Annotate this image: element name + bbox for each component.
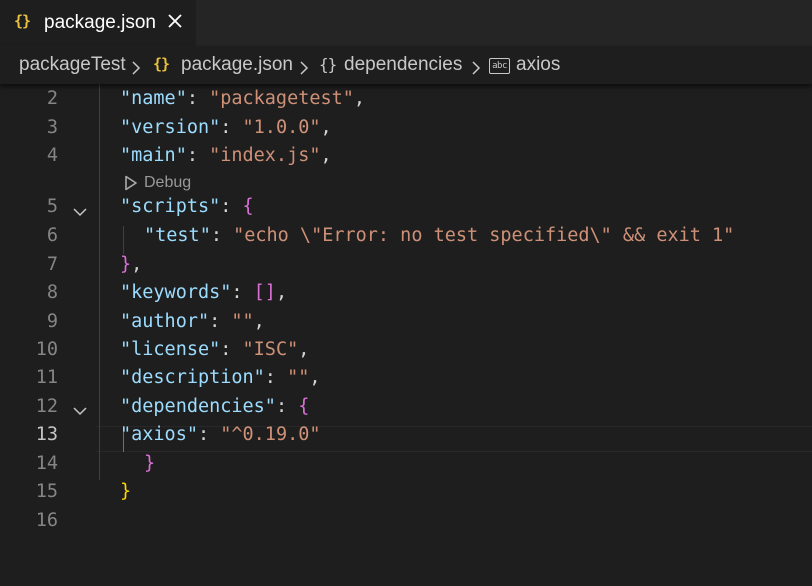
code-token: "name" <box>120 88 187 109</box>
breadcrumb-item-axios[interactable]: axios <box>516 54 560 76</box>
code-token: : <box>220 196 243 217</box>
code-line: "name": "packagetest", <box>120 88 365 109</box>
play-icon <box>125 175 137 191</box>
code-token: } <box>120 481 132 502</box>
json-braces-icon: {} <box>153 55 170 73</box>
indent-guide <box>99 84 100 480</box>
chevron-right-icon <box>131 61 141 75</box>
code-token: "version" <box>120 117 221 138</box>
code-token: , <box>320 145 332 166</box>
code-token: "^0.19.0" <box>220 424 321 445</box>
code-line: } <box>144 453 155 474</box>
code-token: : <box>264 367 288 388</box>
line-number: 12 <box>35 396 58 417</box>
tab-package-json[interactable]: {} package.json <box>0 0 196 46</box>
code-token: , <box>298 339 310 360</box>
line-number: 10 <box>35 339 58 360</box>
line-number: 2 <box>46 88 58 109</box>
line-number: 11 <box>35 367 58 388</box>
code-token: : <box>275 396 299 417</box>
line-number: 8 <box>46 282 58 303</box>
code-line: "test": "echo \"Error: no test specified… <box>144 225 734 246</box>
line-number: 15 <box>35 481 58 502</box>
breadcrumb-item-folder[interactable]: packageTest <box>19 54 126 76</box>
code-token: "axios" <box>120 424 198 445</box>
code-token: : <box>186 145 210 166</box>
line-number: 6 <box>46 225 58 246</box>
code-token: "main" <box>120 145 187 166</box>
codelens-debug[interactable]: Debug <box>124 172 191 194</box>
code-token: "" <box>231 311 254 332</box>
code-token: "author" <box>120 311 210 332</box>
close-icon[interactable] <box>164 10 186 32</box>
code-line: "dependencies": { <box>120 396 309 417</box>
code-token: "license" <box>120 339 221 360</box>
fold-chevron-icon[interactable] <box>72 403 88 419</box>
code-token: , <box>275 282 288 303</box>
code-token: "scripts" <box>120 196 221 217</box>
code-token: "test" <box>144 225 211 246</box>
tab-label: package.json <box>44 12 156 33</box>
code-token: } <box>120 254 132 275</box>
code-token: "echo \"Error: no test specified\" && ex… <box>233 225 735 246</box>
code-token: : <box>231 282 254 303</box>
line-number: 13 <box>35 424 58 445</box>
code-line: "main": "index.js", <box>120 145 332 166</box>
code-line: "author": "", <box>120 311 265 332</box>
line-number: 9 <box>46 311 58 332</box>
code-token: : <box>209 311 232 332</box>
code-token: , <box>131 254 143 275</box>
code-token: "ISC" <box>242 339 299 360</box>
code-token: : <box>220 339 243 360</box>
code-token: , <box>353 88 366 109</box>
json-braces-icon: {} <box>14 12 31 30</box>
object-braces-icon: {} <box>319 55 337 74</box>
code-token: "dependencies" <box>120 396 276 417</box>
line-number: 3 <box>46 117 58 138</box>
line-number: 7 <box>46 254 58 275</box>
string-type-icon: abc <box>489 58 510 74</box>
chevron-right-icon <box>299 61 309 75</box>
code-token: } <box>144 453 156 474</box>
indent-guide <box>123 226 124 254</box>
code-token: "1.0.0" <box>242 117 321 138</box>
breadcrumb-item-file[interactable]: package.json <box>181 54 293 76</box>
code-token: , <box>253 311 265 332</box>
code-token: : <box>186 88 210 109</box>
code-token: { <box>298 396 310 417</box>
code-line: } <box>120 481 131 502</box>
line-number: 5 <box>46 196 58 217</box>
code-token: [] <box>253 282 276 303</box>
code-line: "version": "1.0.0", <box>120 117 332 138</box>
code-token: : <box>210 225 234 246</box>
code-token: : <box>197 424 221 445</box>
code-token: "keywords" <box>120 282 232 303</box>
fold-chevron-icon[interactable] <box>72 204 88 220</box>
code-line: }, <box>120 254 142 275</box>
code-token: : <box>220 117 243 138</box>
code-token: "" <box>287 367 310 388</box>
code-line: "description": "", <box>120 367 321 388</box>
line-number: 4 <box>46 145 58 166</box>
breadcrumb-item-dependencies[interactable]: dependencies <box>344 54 462 76</box>
code-token: , <box>309 367 321 388</box>
code-editor[interactable]: Debug 2 "name": "packagetest", 3 "version":… <box>0 76 812 586</box>
code-line: "scripts": { <box>120 196 254 217</box>
line-number: 16 <box>35 510 58 531</box>
code-line: "axios": "^0.19.0" <box>120 424 321 445</box>
code-token: , <box>320 117 332 138</box>
code-token: "packagetest" <box>209 88 354 109</box>
code-line: "license": "ISC", <box>120 339 309 360</box>
code-token: { <box>242 196 254 217</box>
code-token: "index.js" <box>209 145 321 166</box>
line-number: 14 <box>35 453 58 474</box>
code-line: "keywords": [], <box>120 282 287 303</box>
breadcrumb: packageTest {} package.json {} dependenc… <box>0 46 812 84</box>
codelens-label: Debug <box>144 174 192 191</box>
code-token: "description" <box>120 367 265 388</box>
tab-bar: {} package.json <box>0 0 812 46</box>
chevron-right-icon <box>471 61 481 75</box>
